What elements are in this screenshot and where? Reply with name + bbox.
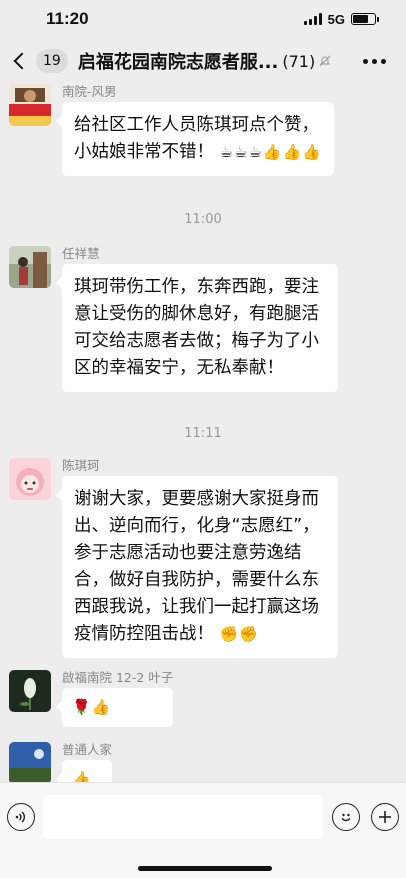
- input-bar: [0, 782, 406, 878]
- message-input[interactable]: [43, 795, 323, 839]
- cellular-signal-icon: [303, 13, 322, 25]
- sender-name: 啟福南院 12-2 叶子: [62, 670, 174, 685]
- chat-title: 启福花园南院志愿者服...: [77, 52, 279, 73]
- message-bubble[interactable]: 谢谢大家，更要感谢大家挺身而出、逆向而行，化身“志愿红”，参于志愿活动也要注意劳…: [56, 476, 338, 658]
- emoji-sticker: ✊✊: [219, 625, 259, 643]
- message-item: 南院-风男 给社区工作人员陈琪珂点个赞，小姑娘非常不错！ ☕☕☕👍👍👍: [9, 84, 334, 176]
- message-bubble[interactable]: 琪珂带伤工作，东奔西跑，要注意让受伤的脚休息好，有跑腿活可交给志愿者去做；梅子为…: [56, 264, 338, 392]
- message-item: 啟福南院 12-2 叶子 🌹👍: [9, 670, 174, 727]
- sender-name: 南院-风男: [62, 84, 117, 99]
- emoji-picker-icon[interactable]: [332, 803, 360, 831]
- avatar[interactable]: [9, 246, 51, 288]
- timestamp: 11:11: [184, 426, 222, 441]
- sender-name: 普通人家: [62, 742, 113, 757]
- avatar[interactable]: [9, 458, 51, 500]
- message-item: 陈琪珂 谢谢大家，更要感谢大家挺身而出、逆向而行，化身“志愿红”，参于志愿活动也…: [9, 458, 338, 658]
- avatar[interactable]: [9, 670, 51, 712]
- status-time: 11:20: [46, 9, 89, 28]
- mute-bell-icon: [319, 55, 331, 67]
- timestamp: 11:00: [184, 212, 222, 227]
- message-text: 琪珂带伤工作，东奔西跑，要注意让受伤的脚休息好，有跑腿活可交给志愿者去做；梅子为…: [74, 277, 319, 378]
- emoji-sticker: 🌹👍: [72, 698, 112, 716]
- back-chevron-icon[interactable]: [13, 52, 31, 70]
- sender-name: 任祥慧: [62, 246, 100, 261]
- message-item: 任祥慧 琪珂带伤工作，东奔西跑，要注意让受伤的脚休息好，有跑腿活可交给志愿者去做…: [9, 246, 338, 392]
- emoji-sticker: ☕☕☕👍👍👍: [219, 143, 322, 161]
- unread-count-badge[interactable]: 19: [36, 49, 68, 73]
- home-indicator: [138, 866, 272, 871]
- message-text: 谢谢大家，更要感谢大家挺身而出、逆向而行，化身“志愿红”，参于志愿活动也要注意劳…: [74, 489, 320, 644]
- message-bubble[interactable]: 🌹👍: [55, 688, 174, 727]
- more-actions-plus-icon[interactable]: [371, 803, 399, 831]
- avatar[interactable]: [9, 742, 51, 784]
- member-count: (71): [282, 51, 316, 71]
- voice-input-icon[interactable]: [7, 803, 35, 831]
- status-bar: 11:20 5G: [0, 0, 406, 38]
- sender-name: 陈琪珂: [62, 458, 100, 473]
- battery-icon: [351, 13, 379, 25]
- network-type: 5G: [327, 11, 345, 27]
- chat-header: 19 启福花园南院志愿者服... (71): [0, 38, 406, 84]
- message-bubble[interactable]: 给社区工作人员陈琪珂点个赞，小姑娘非常不错！ ☕☕☕👍👍👍: [56, 102, 334, 176]
- status-indicators: 5G: [303, 11, 379, 27]
- avatar[interactable]: [9, 84, 51, 126]
- more-options-icon[interactable]: [363, 58, 386, 64]
